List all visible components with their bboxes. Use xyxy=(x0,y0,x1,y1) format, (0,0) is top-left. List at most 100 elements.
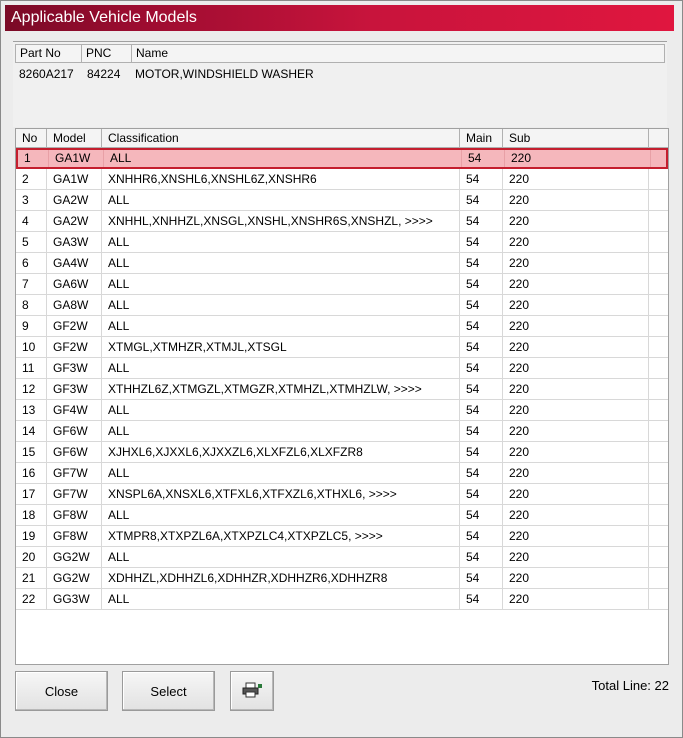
table-row[interactable]: 16 GF7W ALL 54 220 xyxy=(16,463,668,484)
cell-spacer xyxy=(651,150,668,167)
table-row[interactable]: 20 GG2W ALL 54 220 xyxy=(16,547,668,568)
table-row[interactable]: 22 GG3W ALL 54 220 xyxy=(16,589,668,610)
cell-no: 19 xyxy=(16,526,47,546)
cell-no: 14 xyxy=(16,421,47,441)
cell-classification: ALL xyxy=(102,547,460,567)
pnc-value: 84224 xyxy=(87,67,121,81)
cell-main: 54 xyxy=(460,568,503,588)
cell-spacer xyxy=(649,232,668,252)
cell-spacer xyxy=(649,421,668,441)
table-row[interactable]: 13 GF4W ALL 54 220 xyxy=(16,400,668,421)
cell-model: GA2W xyxy=(47,190,102,210)
part-header-row: Part No PNC Name xyxy=(15,44,665,63)
cell-main: 54 xyxy=(460,316,503,336)
cell-spacer xyxy=(649,505,668,525)
close-button[interactable]: Close xyxy=(15,671,108,711)
cell-spacer xyxy=(649,211,668,231)
header-sub[interactable]: Sub xyxy=(503,129,649,148)
cell-no: 12 xyxy=(16,379,47,399)
cell-sub: 220 xyxy=(503,421,649,441)
table-row[interactable]: 2 GA1W XNHHR6,XNSHL6,XNSHL6Z,XNSHR6 54 220 xyxy=(16,169,668,190)
print-button[interactable] xyxy=(230,671,274,711)
total-line-label: Total Line: 22 xyxy=(591,678,669,693)
cell-spacer xyxy=(649,547,668,567)
table-row[interactable]: 18 GF8W ALL 54 220 xyxy=(16,505,668,526)
cell-no: 8 xyxy=(16,295,47,315)
cell-model: GG3W xyxy=(47,589,102,609)
table-row[interactable]: 10 GF2W XTMGL,XTMHZR,XTMJL,XTSGL 54 220 xyxy=(16,337,668,358)
cell-sub: 220 xyxy=(503,211,649,231)
table-row[interactable]: 21 GG2W XDHHZL,XDHHZL6,XDHHZR,XDHHZR6,XDHH… xyxy=(16,568,668,589)
cell-model: GF7W xyxy=(47,484,102,504)
cell-model: GA8W xyxy=(47,295,102,315)
cell-spacer xyxy=(649,190,668,210)
cell-main: 54 xyxy=(462,150,505,167)
cell-spacer xyxy=(649,442,668,462)
cell-no: 2 xyxy=(16,169,47,189)
cell-classification: ALL xyxy=(102,400,460,420)
table-row[interactable]: 7 GA6W ALL 54 220 xyxy=(16,274,668,295)
header-name[interactable]: Name xyxy=(132,45,666,62)
cell-model: GF2W xyxy=(47,337,102,357)
header-part-no[interactable]: Part No xyxy=(16,45,82,62)
cell-no: 11 xyxy=(16,358,47,378)
cell-sub: 220 xyxy=(503,484,649,504)
cell-sub: 220 xyxy=(503,568,649,588)
cell-model: GF4W xyxy=(47,400,102,420)
cell-main: 54 xyxy=(460,589,503,609)
cell-no: 4 xyxy=(16,211,47,231)
table-row[interactable]: 15 GF6W XJHXL6,XJXXL6,XJXXZL6,XLXFZL6,XLXF… xyxy=(16,442,668,463)
cell-model: GA3W xyxy=(47,232,102,252)
table-row[interactable]: 19 GF8W XTMPR8,XTXPZL6A,XTXPZLC4,XTXPZLC5,… xyxy=(16,526,668,547)
table-row[interactable]: 12 GF3W XTHHZL6Z,XTMGZL,XTMGZR,XTMHZL,XTMH… xyxy=(16,379,668,400)
cell-spacer xyxy=(649,589,668,609)
cell-model: GA6W xyxy=(47,274,102,294)
header-main[interactable]: Main xyxy=(460,129,503,148)
cell-spacer xyxy=(649,379,668,399)
cell-no: 16 xyxy=(16,463,47,483)
cell-no: 22 xyxy=(16,589,47,609)
table-row[interactable]: 3 GA2W ALL 54 220 xyxy=(16,190,668,211)
table-row[interactable]: 14 GF6W ALL 54 220 xyxy=(16,421,668,442)
cell-classification: ALL xyxy=(102,232,460,252)
cell-spacer xyxy=(649,526,668,546)
header-no[interactable]: No xyxy=(16,129,47,148)
cell-model: GA4W xyxy=(47,253,102,273)
table-row[interactable]: 5 GA3W ALL 54 220 xyxy=(16,232,668,253)
cell-model: GF6W xyxy=(47,421,102,441)
cell-sub: 220 xyxy=(503,253,649,273)
cell-sub: 220 xyxy=(503,379,649,399)
table-row[interactable]: 11 GF3W ALL 54 220 xyxy=(16,358,668,379)
cell-model: GF6W xyxy=(47,442,102,462)
table-row[interactable]: 6 GA4W ALL 54 220 xyxy=(16,253,668,274)
vehicle-models-grid[interactable]: No Model Classification Main Sub 1 GA1W AL… xyxy=(15,128,669,665)
cell-sub: 220 xyxy=(503,547,649,567)
cell-classification: XTMGL,XTMHZR,XTMJL,XTSGL xyxy=(102,337,460,357)
cell-classification: ALL xyxy=(102,358,460,378)
cell-classification: ALL xyxy=(102,253,460,273)
cell-spacer xyxy=(649,400,668,420)
cell-sub: 220 xyxy=(503,358,649,378)
cell-main: 54 xyxy=(460,379,503,399)
cell-model: GF7W xyxy=(47,463,102,483)
header-classification[interactable]: Classification xyxy=(102,129,460,148)
cell-sub: 220 xyxy=(503,400,649,420)
cell-sub: 220 xyxy=(503,190,649,210)
table-row[interactable]: 4 GA2W XNHHL,XNHHZL,XNSGL,XNSHL,XNSHR6S,XN… xyxy=(16,211,668,232)
cell-main: 54 xyxy=(460,400,503,420)
table-row[interactable]: 9 GF2W ALL 54 220 xyxy=(16,316,668,337)
header-pnc[interactable]: PNC xyxy=(82,45,132,62)
cell-spacer xyxy=(649,169,668,189)
cell-main: 54 xyxy=(460,547,503,567)
table-row[interactable]: 8 GA8W ALL 54 220 xyxy=(16,295,668,316)
printer-icon xyxy=(241,682,263,701)
cell-main: 54 xyxy=(460,463,503,483)
cell-model: GF2W xyxy=(47,316,102,336)
select-button[interactable]: Select xyxy=(122,671,215,711)
cell-main: 54 xyxy=(460,421,503,441)
cell-model: GF3W xyxy=(47,379,102,399)
cell-no: 7 xyxy=(16,274,47,294)
table-row[interactable]: 17 GF7W XNSPL6A,XNSXL6,XTFXL6,XTFXZL6,XTHX… xyxy=(16,484,668,505)
table-row[interactable]: 1 GA1W ALL 54 220 xyxy=(16,148,668,169)
header-model[interactable]: Model xyxy=(47,129,102,148)
